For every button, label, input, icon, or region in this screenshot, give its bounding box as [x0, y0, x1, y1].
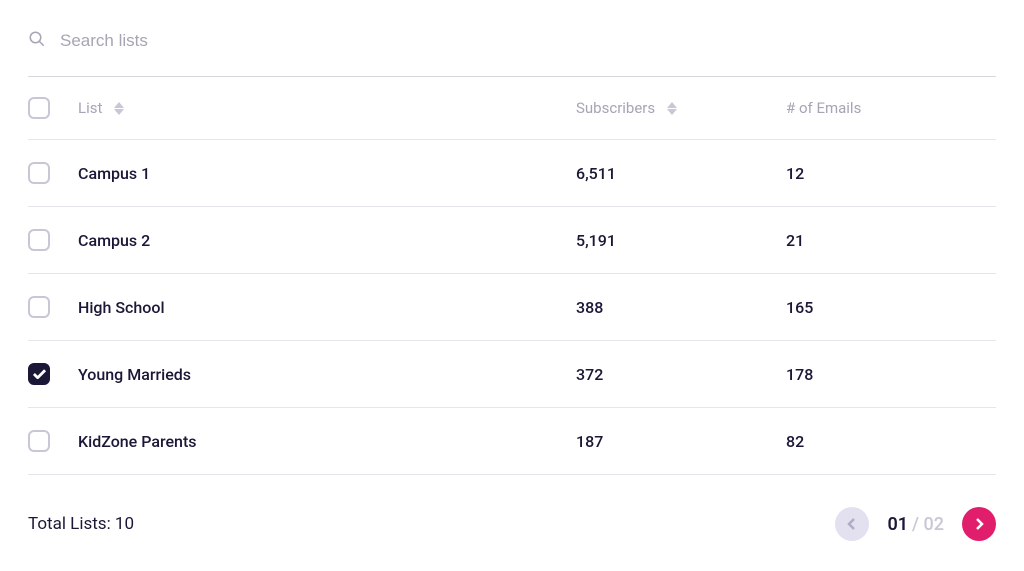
page-indicator: 01 / 02 — [887, 514, 944, 535]
chevron-right-icon — [974, 518, 984, 530]
row-checkbox[interactable] — [28, 296, 50, 318]
row-emails-value: 12 — [786, 164, 804, 183]
row-emails-cell: 12 — [786, 164, 996, 183]
row-checkbox-cell — [28, 296, 78, 318]
row-subscribers-value: 6,511 — [576, 164, 616, 183]
table-row[interactable]: Young Marrieds 372 178 — [28, 341, 996, 408]
row-checkbox-cell — [28, 363, 78, 385]
row-subscribers-cell: 372 — [576, 365, 786, 384]
table-header-row: List Subscribers # of Emails — [28, 77, 996, 140]
table-row[interactable]: Campus 1 6,511 12 — [28, 140, 996, 207]
row-list-name: High School — [78, 298, 165, 317]
row-list-cell: Campus 1 — [78, 164, 576, 183]
table-row[interactable]: Campus 2 5,191 21 — [28, 207, 996, 274]
row-list-cell: Young Marrieds — [78, 365, 576, 384]
sort-icon — [114, 102, 124, 115]
row-emails-cell: 178 — [786, 365, 996, 384]
check-icon — [33, 369, 46, 379]
row-list-name: Young Marrieds — [78, 365, 191, 384]
row-subscribers-value: 388 — [576, 298, 603, 317]
sort-icon — [667, 102, 677, 115]
header-list-label: List — [78, 99, 102, 117]
row-checkbox-cell — [28, 162, 78, 184]
row-checkbox[interactable] — [28, 162, 50, 184]
row-emails-cell: 82 — [786, 432, 996, 451]
chevron-left-icon — [847, 518, 857, 530]
row-subscribers-value: 187 — [576, 432, 603, 451]
total-lists-label: Total Lists: 10 — [28, 514, 134, 534]
page-prev-button[interactable] — [835, 507, 869, 541]
table-row[interactable]: KidZone Parents 187 82 — [28, 408, 996, 475]
row-subscribers-cell: 5,191 — [576, 231, 786, 250]
header-list[interactable]: List — [78, 99, 576, 117]
row-emails-cell: 165 — [786, 298, 996, 317]
row-checkbox-cell — [28, 430, 78, 452]
row-emails-value: 82 — [786, 432, 804, 451]
total-pages: 02 — [924, 514, 944, 535]
header-emails-label: # of Emails — [786, 99, 861, 117]
lists-table: List Subscribers # of Emails Campus 1 6,5… — [28, 77, 996, 475]
row-subscribers-cell: 187 — [576, 432, 786, 451]
row-emails-value: 21 — [786, 231, 804, 250]
row-emails-value: 165 — [786, 298, 813, 317]
header-emails[interactable]: # of Emails — [786, 99, 996, 117]
row-list-cell: High School — [78, 298, 576, 317]
row-list-cell: Campus 2 — [78, 231, 576, 250]
search-input[interactable] — [60, 31, 996, 51]
table-footer: Total Lists: 10 01 / 02 — [28, 475, 996, 541]
row-emails-value: 178 — [786, 365, 813, 384]
row-checkbox[interactable] — [28, 430, 50, 452]
row-list-name: KidZone Parents — [78, 432, 197, 451]
row-checkbox[interactable] — [28, 229, 50, 251]
row-subscribers-cell: 388 — [576, 298, 786, 317]
current-page: 01 — [887, 514, 908, 535]
row-emails-cell: 21 — [786, 231, 996, 250]
search-icon — [28, 30, 46, 52]
header-subscribers[interactable]: Subscribers — [576, 99, 786, 117]
row-checkbox-cell — [28, 229, 78, 251]
header-select-all — [28, 97, 78, 119]
page-next-button[interactable] — [962, 507, 996, 541]
page-separator: / — [912, 514, 924, 535]
row-list-cell: KidZone Parents — [78, 432, 576, 451]
row-list-name: Campus 1 — [78, 164, 150, 183]
pagination: 01 / 02 — [835, 507, 996, 541]
row-list-name: Campus 2 — [78, 231, 150, 250]
row-subscribers-value: 372 — [576, 365, 603, 384]
row-subscribers-cell: 6,511 — [576, 164, 786, 183]
row-subscribers-value: 5,191 — [576, 231, 616, 250]
row-checkbox[interactable] — [28, 363, 50, 385]
table-row[interactable]: High School 388 165 — [28, 274, 996, 341]
header-subscribers-label: Subscribers — [576, 99, 655, 117]
search-row — [28, 30, 996, 77]
select-all-checkbox[interactable] — [28, 97, 50, 119]
